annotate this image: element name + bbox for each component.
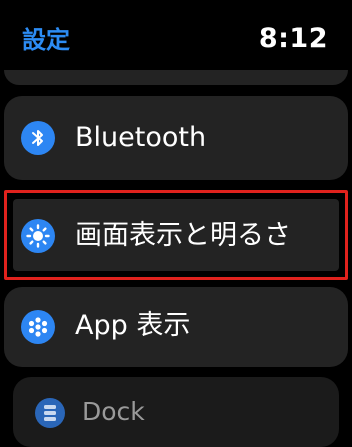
bluetooth-label: Bluetooth <box>75 122 207 153</box>
list-item-partial[interactable] <box>4 70 348 85</box>
highlight-frame: 画面表示と明るさ <box>13 199 339 271</box>
display-brightness-label: 画面表示と明るさ <box>75 220 291 251</box>
list-item-bluetooth[interactable]: Bluetooth <box>4 96 348 180</box>
list-item-app-view[interactable]: App 表示 <box>4 287 348 367</box>
dock-label: Dock <box>82 397 145 426</box>
list-item-dock[interactable]: Dock <box>13 377 339 447</box>
app-view-label: App 表示 <box>75 310 191 341</box>
back-button[interactable]: 設定 <box>22 26 70 54</box>
sun-icon <box>21 219 55 253</box>
list-item-display-brightness[interactable]: 画面表示と明るさ <box>4 190 348 280</box>
dock-icon <box>35 398 65 428</box>
status-bar: 設定 8:12 <box>0 0 352 60</box>
app-grid-icon <box>21 310 55 344</box>
clock: 8:12 <box>258 23 328 54</box>
bluetooth-icon <box>21 121 55 155</box>
